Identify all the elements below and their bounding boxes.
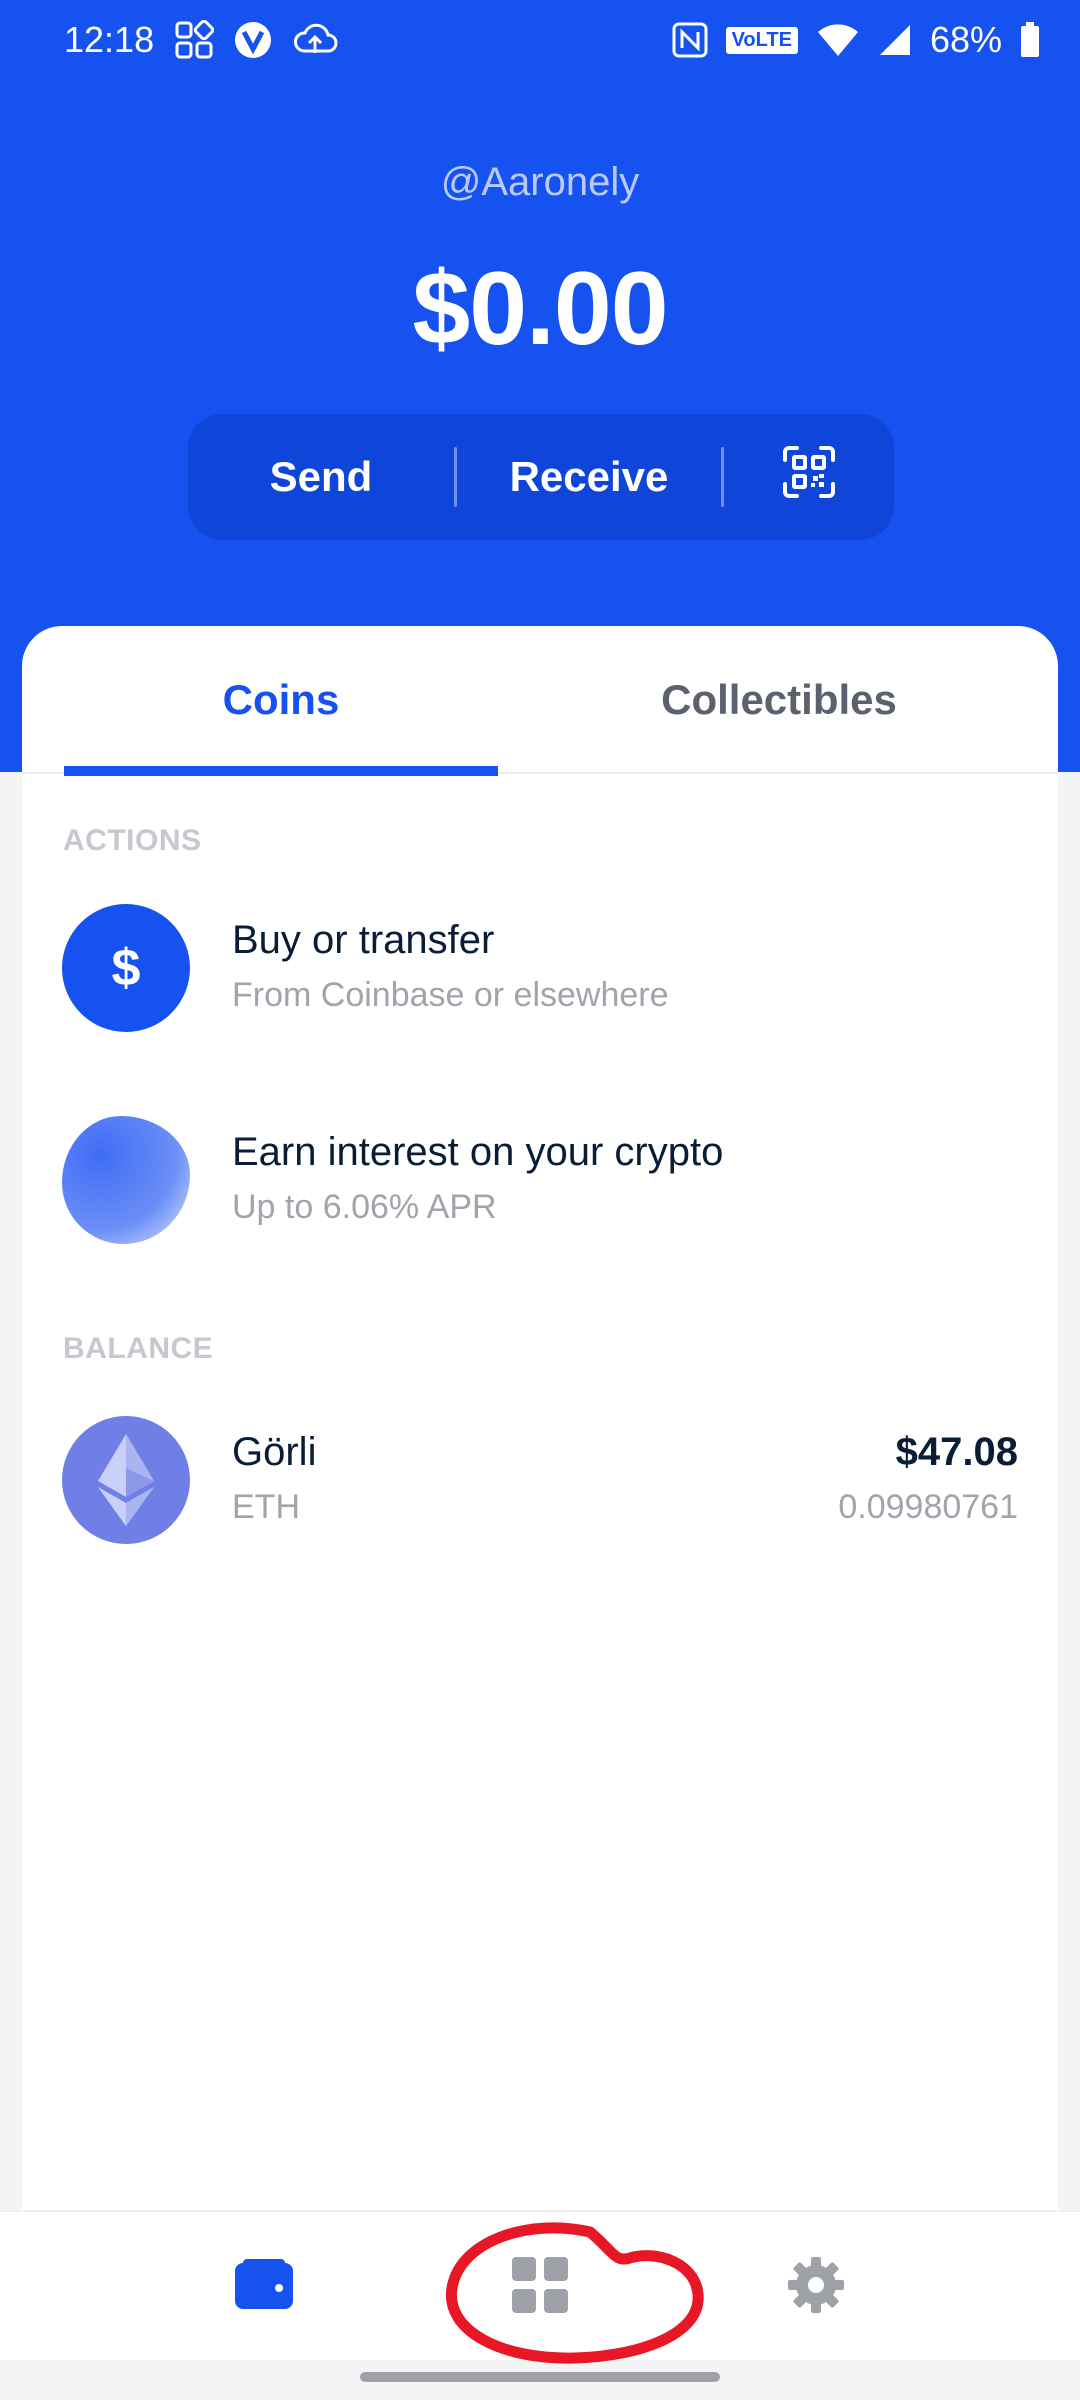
receive-button[interactable]: Receive xyxy=(457,414,721,540)
asset-row-gorli[interactable]: Görli ETH $47.08 0.09980761 xyxy=(62,1416,1018,1546)
home-indicator[interactable] xyxy=(360,2372,720,2382)
signal-icon xyxy=(878,23,912,57)
wallet-content-card: Coins Collectibles ACTIONS $ Buy or tran… xyxy=(22,626,1058,2210)
wallet-icon xyxy=(233,2258,295,2316)
tab-collectibles[interactable]: Collectibles xyxy=(540,626,1018,774)
send-button[interactable]: Send xyxy=(188,414,454,540)
dollar-icon: $ xyxy=(62,904,190,1032)
balance-section-label: BALANCE xyxy=(63,1332,214,1365)
tab-bar: Coins Collectibles xyxy=(22,626,1058,776)
qr-scan-icon xyxy=(781,444,837,510)
action-title: Earn interest on your crypto xyxy=(232,1130,724,1174)
asset-name: Görli xyxy=(232,1430,317,1474)
status-bar: 12:18 VoLTE 68% xyxy=(0,0,1080,80)
nfc-icon xyxy=(672,22,708,58)
earn-blob-icon xyxy=(62,1116,190,1244)
widgets-icon xyxy=(174,20,215,60)
action-title: Buy or transfer xyxy=(232,918,495,962)
username: @Aaronely xyxy=(440,160,640,204)
wallet-actions: Send Receive xyxy=(188,414,894,540)
nav-wallet[interactable] xyxy=(164,2212,364,2362)
volte-badge: VoLTE xyxy=(725,26,798,54)
bottom-nav xyxy=(0,2210,1080,2360)
qr-scan-button[interactable] xyxy=(724,414,894,540)
tab-coins[interactable]: Coins xyxy=(64,626,498,776)
actions-section-label: ACTIONS xyxy=(63,824,202,857)
nav-apps[interactable] xyxy=(440,2212,640,2362)
buy-or-transfer-row[interactable]: $ Buy or transfer From Coinbase or elsew… xyxy=(62,904,1018,1034)
vpn-icon xyxy=(234,21,272,59)
total-balance: $0.00 xyxy=(412,251,668,367)
asset-symbol: ETH xyxy=(232,1488,300,1526)
gear-icon xyxy=(786,2255,846,2320)
asset-fiat-value: $47.08 xyxy=(895,1430,1018,1474)
earn-interest-row[interactable]: Earn interest on your crypto Up to 6.06%… xyxy=(62,1116,1018,1246)
action-subtitle: From Coinbase or elsewhere xyxy=(232,976,669,1014)
asset-amount: 0.09980761 xyxy=(838,1488,1018,1526)
battery-icon xyxy=(1020,22,1040,58)
nav-settings[interactable] xyxy=(716,2212,916,2362)
battery-percent: 68% xyxy=(929,19,1002,60)
wifi-icon xyxy=(816,22,860,58)
grid-icon xyxy=(510,2255,570,2320)
ethereum-icon xyxy=(62,1416,190,1544)
action-subtitle: Up to 6.06% APR xyxy=(232,1188,497,1226)
cloud-upload-icon xyxy=(292,21,338,59)
status-time: 12:18 xyxy=(64,19,155,60)
